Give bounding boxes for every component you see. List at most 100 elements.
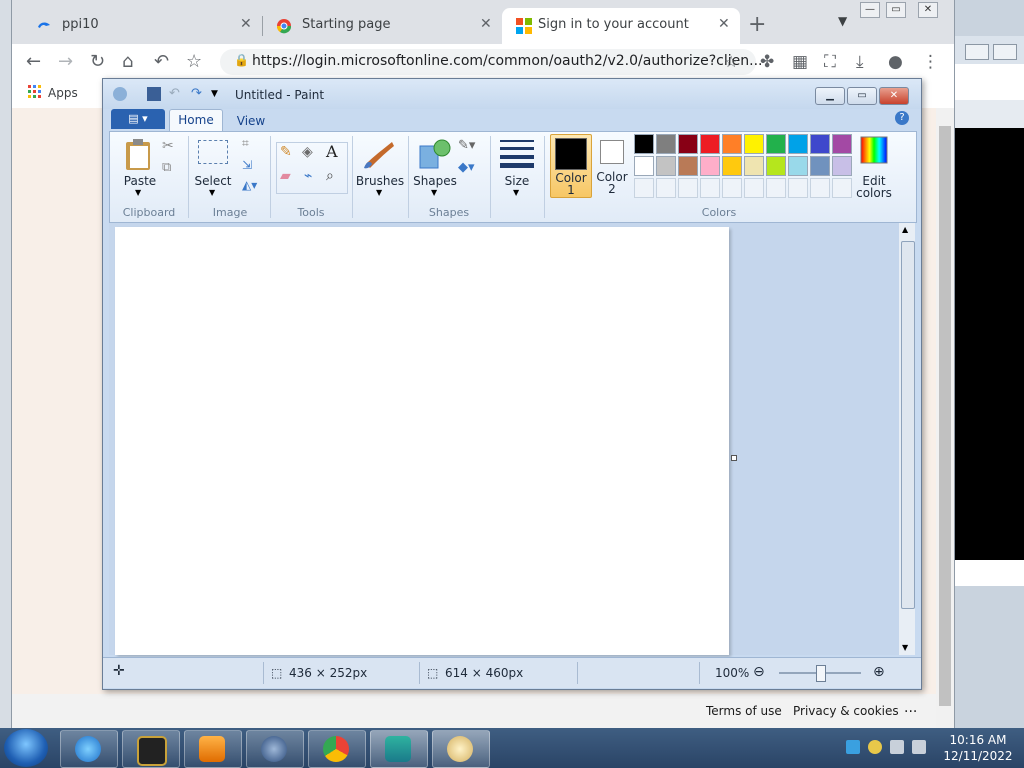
paste-dropdown-icon[interactable]: ▼: [135, 188, 141, 197]
taskbar-paint-button[interactable]: [432, 730, 490, 768]
palette-swatch[interactable]: [634, 134, 654, 154]
network-share-icon[interactable]: [846, 740, 860, 754]
volume-icon[interactable]: [912, 740, 926, 754]
palette-swatch[interactable]: [832, 156, 852, 176]
star-icon[interactable]: ☆: [724, 52, 738, 71]
scroll-down-arrow-icon[interactable]: ▼: [902, 643, 908, 652]
customize-toolbar-chevron-icon[interactable]: ▼: [211, 87, 225, 101]
extension-icon[interactable]: ✤: [760, 52, 774, 72]
palette-custom-slot[interactable]: [766, 178, 786, 198]
apps-grid-icon[interactable]: [28, 85, 42, 99]
palette-swatch[interactable]: [656, 156, 676, 176]
brushes-dropdown-icon[interactable]: ▼: [376, 188, 382, 197]
url-text[interactable]: https://login.microsoftonline.com/common…: [252, 53, 762, 69]
palette-custom-slot[interactable]: [634, 178, 654, 198]
undo-icon[interactable]: ↶: [169, 87, 183, 101]
palette-swatch[interactable]: [700, 134, 720, 154]
palette-custom-slot[interactable]: [656, 178, 676, 198]
zoom-in-icon[interactable]: ⊕: [873, 664, 885, 680]
brushes-icon[interactable]: [362, 138, 396, 170]
scroll-up-arrow-icon[interactable]: ▲: [902, 225, 908, 234]
resize-icon[interactable]: ⇲: [242, 158, 252, 172]
palette-swatch[interactable]: [678, 156, 698, 176]
taskbar-terminal-button[interactable]: [122, 730, 180, 768]
tab-ppi10[interactable]: ppi10 ✕: [22, 8, 262, 44]
fill-icon[interactable]: ◆▾: [458, 160, 475, 175]
privacy-link[interactable]: Privacy & cookies: [793, 704, 899, 718]
tab-home[interactable]: Home: [169, 109, 223, 132]
zoom-slider-thumb[interactable]: [816, 665, 826, 682]
browser-close-button[interactable]: ✕: [918, 2, 938, 18]
brushes-button[interactable]: Brushes: [354, 174, 406, 188]
taskbar-remote-button[interactable]: [370, 730, 428, 768]
help-icon[interactable]: ?: [895, 111, 909, 125]
crop-icon[interactable]: ⌗: [242, 136, 249, 151]
palette-custom-slot[interactable]: [700, 178, 720, 198]
address-bar[interactable]: 🔒 https://login.microsoftonline.com/comm…: [220, 49, 762, 75]
close-tab-icon[interactable]: ✕: [718, 16, 730, 32]
outline-icon[interactable]: ✎▾: [458, 138, 475, 153]
canvas-resize-handle[interactable]: [731, 455, 737, 461]
taskbar-ie-button[interactable]: [60, 730, 118, 768]
paint-titlebar[interactable]: ↶ ↷ ▼ Untitled - Paint ▁ ▭ ✕: [103, 79, 921, 109]
page-scrollbar[interactable]: [936, 108, 954, 728]
lock-icon[interactable]: 🔒: [234, 53, 249, 67]
palette-swatch[interactable]: [744, 156, 764, 176]
tab-search-chevron-icon[interactable]: ▼: [838, 14, 847, 28]
palette-swatch[interactable]: [678, 134, 698, 154]
text-tool-icon[interactable]: A: [326, 142, 338, 161]
notification-icon[interactable]: [868, 740, 882, 754]
palette-swatch[interactable]: [656, 134, 676, 154]
background-window[interactable]: [952, 36, 1024, 586]
canvas-scroll-thumb[interactable]: [901, 241, 915, 609]
canvas-vertical-scrollbar[interactable]: ▲ ▼: [899, 223, 915, 655]
palette-custom-slot[interactable]: [788, 178, 808, 198]
palette-swatch[interactable]: [700, 156, 720, 176]
home-icon[interactable]: ⌂: [122, 51, 133, 72]
taskbar-media-button[interactable]: [184, 730, 242, 768]
page-scroll-thumb[interactable]: [939, 126, 951, 706]
palette-swatch[interactable]: [744, 134, 764, 154]
maximize-button[interactable]: [993, 44, 1017, 60]
shapes-button[interactable]: Shapes: [410, 174, 460, 188]
palette-swatch[interactable]: [832, 134, 852, 154]
palette-swatch[interactable]: [766, 134, 786, 154]
color1-button[interactable]: Color 1: [550, 134, 592, 198]
select-icon[interactable]: [198, 140, 228, 164]
crop-extension-icon[interactable]: ⛶: [824, 52, 836, 72]
size-lines-icon[interactable]: [500, 138, 534, 168]
paint-maximize-button[interactable]: ▭: [847, 87, 877, 105]
palette-custom-slot[interactable]: [832, 178, 852, 198]
taskbar-app-button[interactable]: [246, 730, 304, 768]
paste-button[interactable]: Paste: [120, 174, 160, 188]
more-options-link[interactable]: ...: [904, 700, 917, 716]
edit-colors-rainbow-icon[interactable]: [860, 136, 888, 164]
tab-sign-in[interactable]: Sign in to your account ✕: [502, 8, 740, 44]
taskbar-chrome-button[interactable]: [308, 730, 366, 768]
network-icon[interactable]: [890, 740, 904, 754]
save-icon[interactable]: [147, 87, 161, 101]
zoom-out-icon[interactable]: ⊖: [753, 664, 765, 680]
size-dropdown-icon[interactable]: ▼: [513, 188, 519, 197]
close-tab-icon[interactable]: ✕: [480, 16, 492, 32]
palette-swatch[interactable]: [722, 156, 742, 176]
reload-icon[interactable]: ↻: [90, 51, 105, 72]
undo-icon[interactable]: ↶: [154, 51, 169, 72]
palette-swatch[interactable]: [810, 134, 830, 154]
new-tab-plus-icon[interactable]: +: [748, 12, 766, 37]
palette-custom-slot[interactable]: [810, 178, 830, 198]
palette-swatch[interactable]: [810, 156, 830, 176]
profile-avatar-icon[interactable]: ●: [888, 52, 903, 72]
tab-starting-page[interactable]: Starting page ✕: [262, 8, 502, 44]
copy-icon[interactable]: ⧉: [162, 160, 171, 175]
palette-swatch[interactable]: [766, 156, 786, 176]
redo-icon[interactable]: ↷: [191, 87, 205, 101]
start-button[interactable]: [4, 729, 48, 767]
eraser-icon[interactable]: ▰: [280, 168, 291, 184]
fill-bucket-icon[interactable]: ◈: [302, 144, 313, 160]
rotate-icon[interactable]: ◭▾: [242, 178, 257, 192]
tab-view[interactable]: View: [229, 111, 273, 131]
palette-swatch[interactable]: [788, 134, 808, 154]
color-picker-icon[interactable]: ⌁: [304, 168, 312, 184]
background-window-titlebar[interactable]: [953, 36, 1024, 64]
